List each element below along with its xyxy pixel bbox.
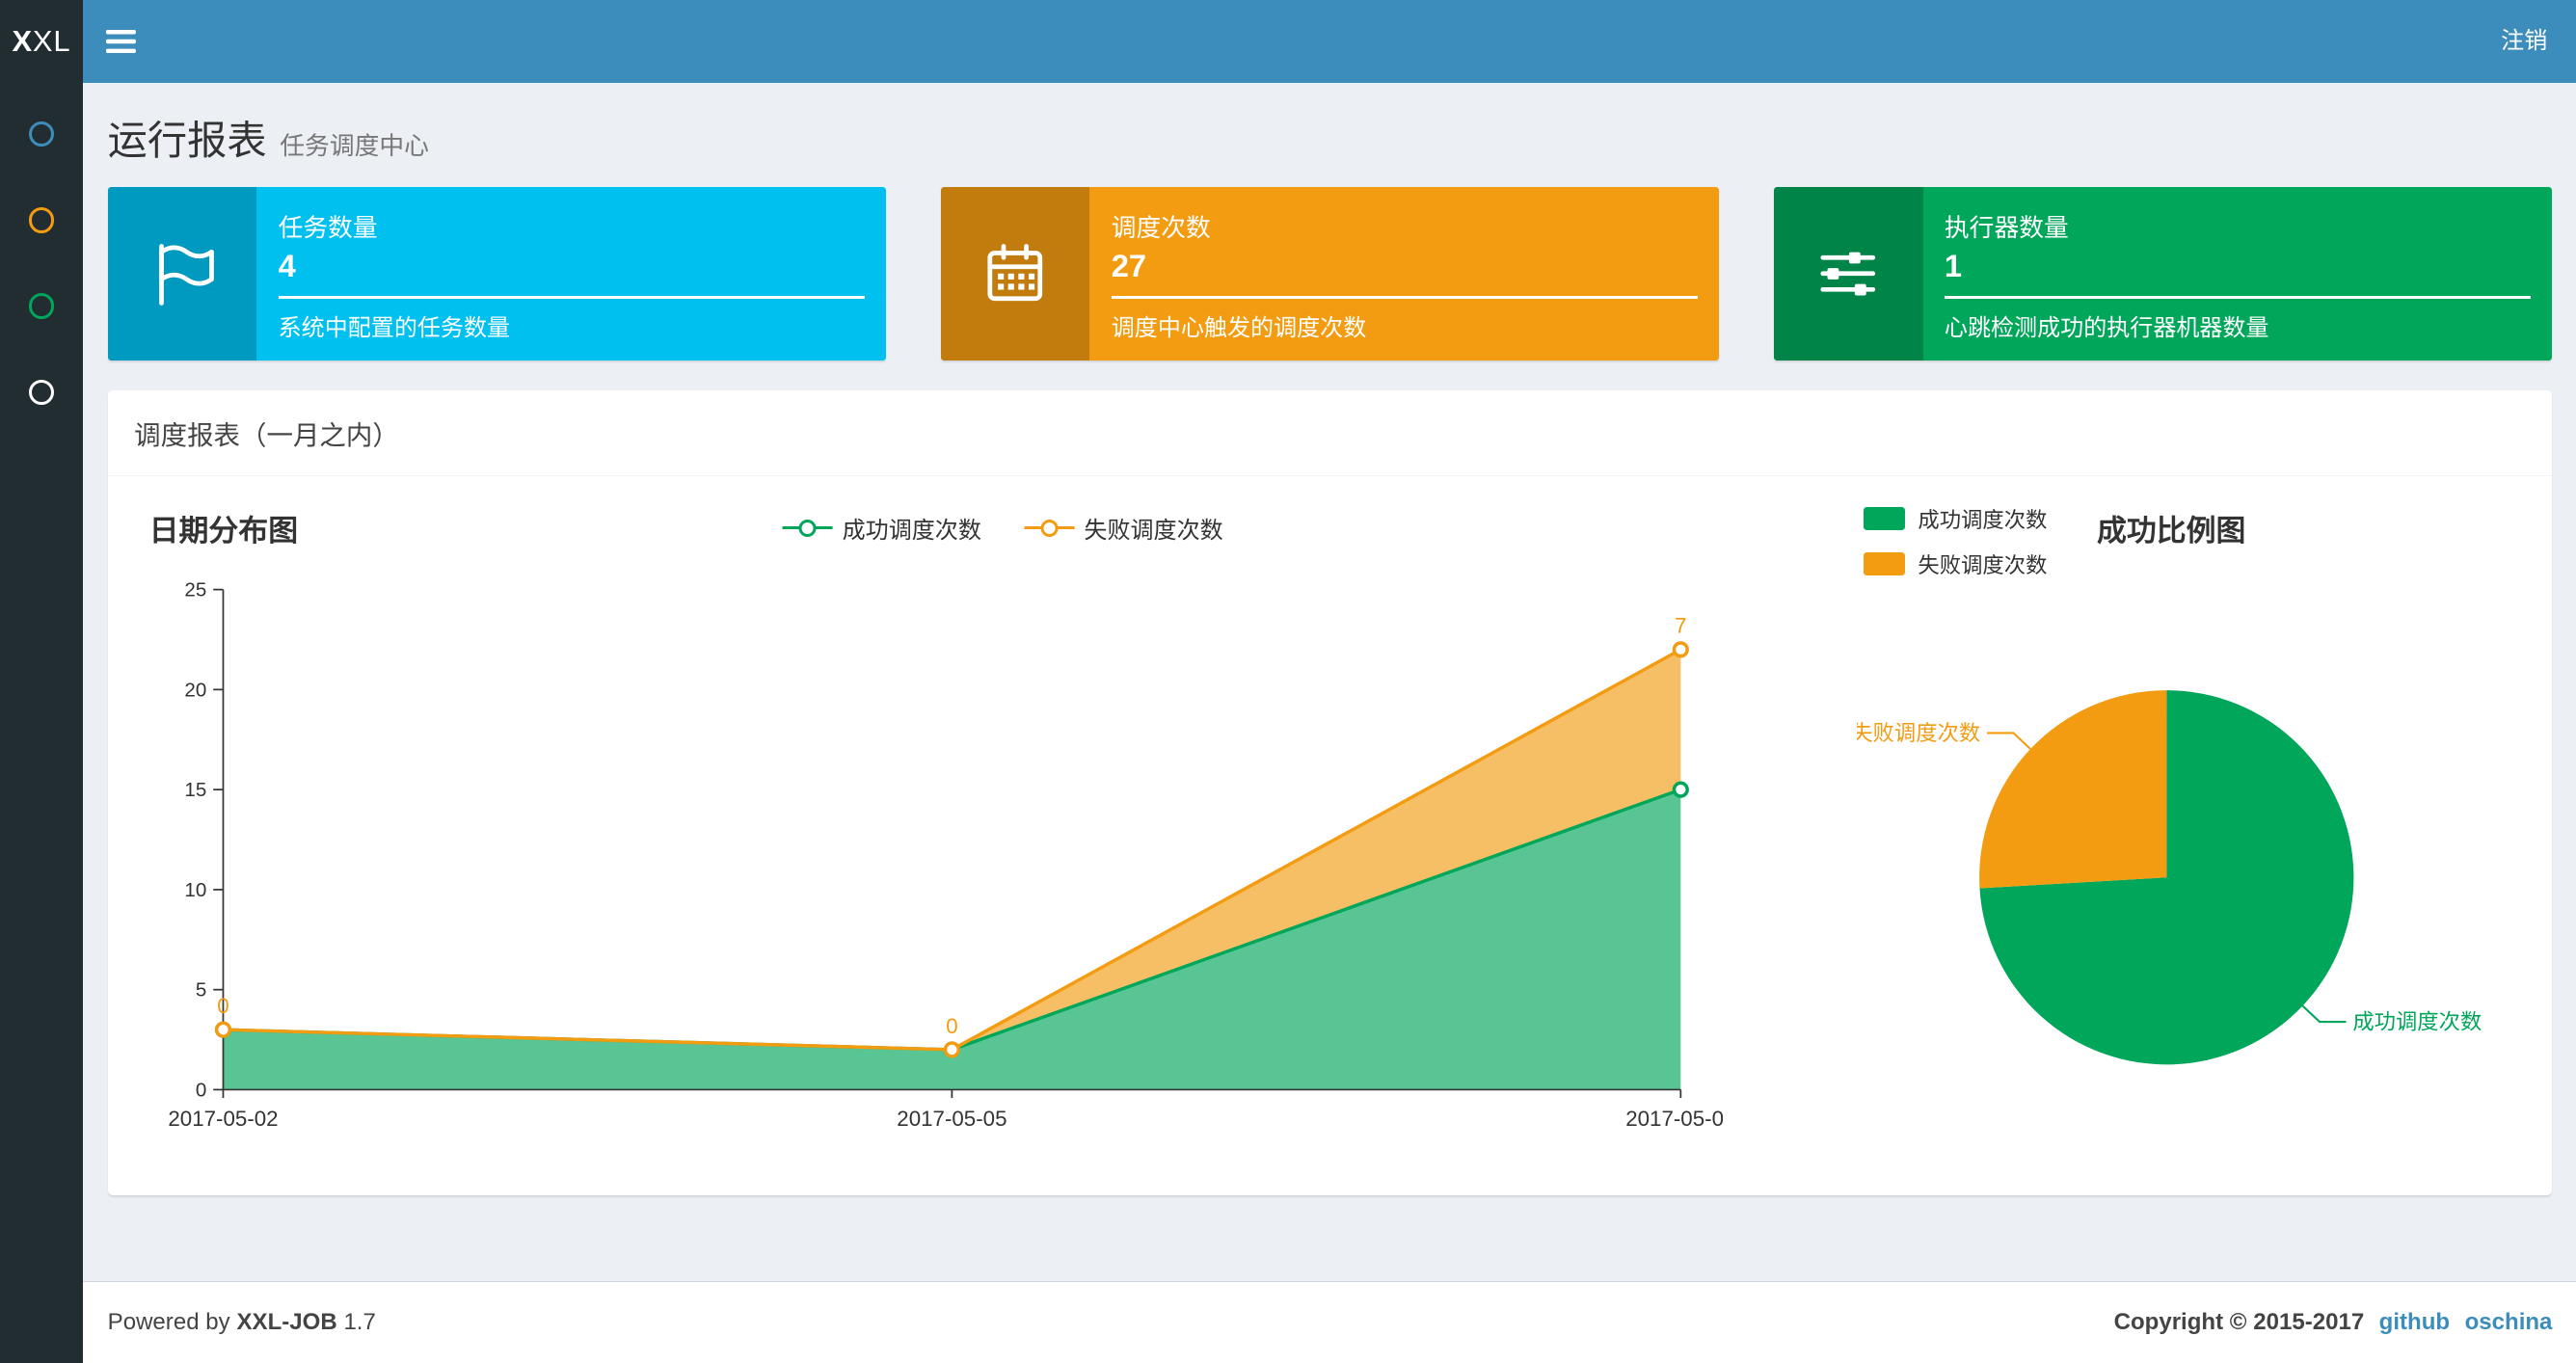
line-chart-title: 日期分布图 xyxy=(148,514,299,548)
date-distribution-chart: 05101520252017-05-022017-05-052017-05-08… xyxy=(132,570,1856,1156)
svg-text:5: 5 xyxy=(196,978,206,1001)
info-box-jobs: 任务数量 4 系统中配置的任务数量 xyxy=(107,186,887,361)
link-github[interactable]: github xyxy=(2379,1309,2450,1336)
flag-icon xyxy=(107,186,257,361)
logo-text-bold: X xyxy=(12,23,33,58)
legend-label: 失败调度次数 xyxy=(1084,518,1223,545)
sidebar-item-logs[interactable] xyxy=(0,263,83,349)
line-circle-marker-icon xyxy=(782,518,833,538)
info-box-row: 任务数量 4 系统中配置的任务数量 调度次数 27 调度中心触发的调度次数 执行… xyxy=(107,186,2553,361)
main-content: 运行报表 任务调度中心 任务数量 4 系统中配置的任务数量 调度次数 27 调度… xyxy=(82,83,2576,1363)
info-box-description: 心跳检测成功的执行器机器数量 xyxy=(1944,315,2269,342)
pie-legend: 成功调度次数 失败调度次数 xyxy=(1863,503,2048,579)
navbar: X XL 注销 xyxy=(0,0,2576,83)
product-name: XXL-JOB xyxy=(236,1308,337,1335)
legend-label: 失败调度次数 xyxy=(1918,553,2048,578)
svg-text:25: 25 xyxy=(185,578,207,601)
svg-text:0: 0 xyxy=(947,1013,958,1037)
svg-text:2017-05-05: 2017-05-05 xyxy=(898,1107,1007,1131)
legend-swatch-icon xyxy=(1863,552,1905,576)
calendar-icon xyxy=(940,186,1090,361)
legend-item-fail[interactable]: 失败调度次数 xyxy=(1863,548,2048,579)
info-box-description: 调度中心触发的调度次数 xyxy=(1111,315,1367,342)
page-subtitle: 任务调度中心 xyxy=(280,132,429,160)
sliders-icon xyxy=(1773,186,1923,361)
logout-button[interactable]: 注销 xyxy=(2471,0,2576,83)
panel-header: 调度报表（一月之内） xyxy=(107,390,2553,477)
line-chart-legend: 成功调度次数 失败调度次数 xyxy=(782,506,1223,549)
svg-text:2017-05-08: 2017-05-08 xyxy=(1626,1107,1723,1131)
info-box-value: 4 xyxy=(278,247,296,283)
svg-text:失败调度次数: 失败调度次数 xyxy=(1857,722,1980,746)
legend-swatch-icon xyxy=(1863,506,1905,530)
panel-body: 日期分布图 成功调度次数 失败调度次数 0 5 10 15 20 25 2017… xyxy=(108,476,2553,1195)
svg-text:15: 15 xyxy=(185,779,207,801)
line-chart-header: 日期分布图 成功调度次数 失败调度次数 xyxy=(149,506,1857,549)
report-panel: 调度报表（一月之内） 日期分布图 成功调度次数 失败调度次数 0 5 10 15… xyxy=(107,390,2553,1196)
info-box-value: 1 xyxy=(1944,247,1963,283)
circle-icon xyxy=(28,207,55,233)
legend-item-success[interactable]: 成功调度次数 xyxy=(782,511,981,545)
footer-right: Copyright © 2015-2017 github oschina xyxy=(2114,1309,2553,1336)
content-header: 运行报表 任务调度中心 xyxy=(83,83,2576,166)
content: 任务数量 4 系统中配置的任务数量 调度次数 27 调度中心触发的调度次数 执行… xyxy=(83,166,2576,1196)
navbar-right: 注销 xyxy=(2471,0,2576,83)
info-box-title: 调度次数 xyxy=(1111,215,1211,243)
panel-title: 调度报表（一月之内） xyxy=(134,420,399,451)
svg-text:0: 0 xyxy=(218,994,229,1018)
app: X XL 注销 运行报表 任务调度中心 任务数量 4 系统中配置的任务数量 调度… xyxy=(0,0,2576,1363)
sidebar-item-jobs[interactable] xyxy=(0,177,83,263)
line-circle-marker-icon xyxy=(1024,518,1075,538)
powered-by: Powered by XXL-JOB 1.7 xyxy=(108,1309,383,1336)
circle-icon xyxy=(28,120,55,147)
info-box-content: 执行器数量 1 心跳检测成功的执行器机器数量 xyxy=(1923,187,2553,361)
sidebar-toggle-button[interactable] xyxy=(83,0,159,83)
progress-bar xyxy=(1111,295,1698,300)
progress-bar xyxy=(278,295,865,300)
info-box-content: 任务数量 4 系统中配置的任务数量 xyxy=(256,187,886,361)
legend-label: 成功调度次数 xyxy=(842,518,981,545)
page-title: 运行报表 xyxy=(107,118,267,163)
powered-by-text: Powered by xyxy=(107,1308,230,1335)
legend-item-fail[interactable]: 失败调度次数 xyxy=(1024,511,1223,545)
legend-label: 成功调度次数 xyxy=(1918,507,2048,532)
copyright: Copyright © 2015-2017 xyxy=(2113,1308,2365,1335)
pie-chart-header: 成功调度次数 失败调度次数 成功比例图 xyxy=(1863,503,2528,579)
pie-chart-title: 成功比例图 xyxy=(2096,514,2246,548)
svg-text:7: 7 xyxy=(1676,613,1687,637)
success-ratio-section: 成功调度次数 失败调度次数 成功比例图 成功调度次数 失败调度次数 xyxy=(1851,494,2528,1134)
info-box-title: 任务数量 xyxy=(278,215,378,243)
info-box-executors: 执行器数量 1 心跳检测成功的执行器机器数量 xyxy=(1773,186,2553,361)
info-box-title: 执行器数量 xyxy=(1944,215,2069,243)
product-version: 1.7 xyxy=(343,1308,376,1335)
legend-item-success[interactable]: 成功调度次数 xyxy=(1863,503,2048,534)
progress-bar xyxy=(1944,295,2532,300)
footer: Powered by XXL-JOB 1.7 Copyright © 2015-2… xyxy=(82,1280,2576,1363)
svg-text:成功调度次数: 成功调度次数 xyxy=(2352,1010,2482,1034)
circle-icon xyxy=(28,293,55,320)
sidebar-item-dashboard[interactable] xyxy=(0,91,83,176)
circle-icon xyxy=(28,379,55,406)
success-ratio-chart: 成功调度次数 失败调度次数 xyxy=(1851,579,2528,1133)
logo[interactable]: X XL xyxy=(0,0,83,83)
info-box-triggers: 调度次数 27 调度中心触发的调度次数 xyxy=(940,186,1720,361)
info-box-description: 系统中配置的任务数量 xyxy=(278,315,511,342)
svg-text:2017-05-02: 2017-05-02 xyxy=(169,1107,279,1131)
link-oschina[interactable]: oschina xyxy=(2465,1309,2553,1336)
svg-text:10: 10 xyxy=(185,878,207,900)
hamburger-icon xyxy=(105,29,136,53)
info-box-value: 27 xyxy=(1111,247,1147,283)
svg-text:20: 20 xyxy=(185,679,207,701)
sidebar xyxy=(0,82,83,1363)
svg-text:0: 0 xyxy=(196,1079,206,1101)
logo-text: XL xyxy=(32,23,71,58)
sidebar-item-executors[interactable] xyxy=(0,349,83,435)
date-distribution-section: 日期分布图 成功调度次数 失败调度次数 0 5 10 15 20 25 2017… xyxy=(132,494,1856,1156)
info-box-content: 调度次数 27 调度中心触发的调度次数 xyxy=(1089,187,1719,361)
